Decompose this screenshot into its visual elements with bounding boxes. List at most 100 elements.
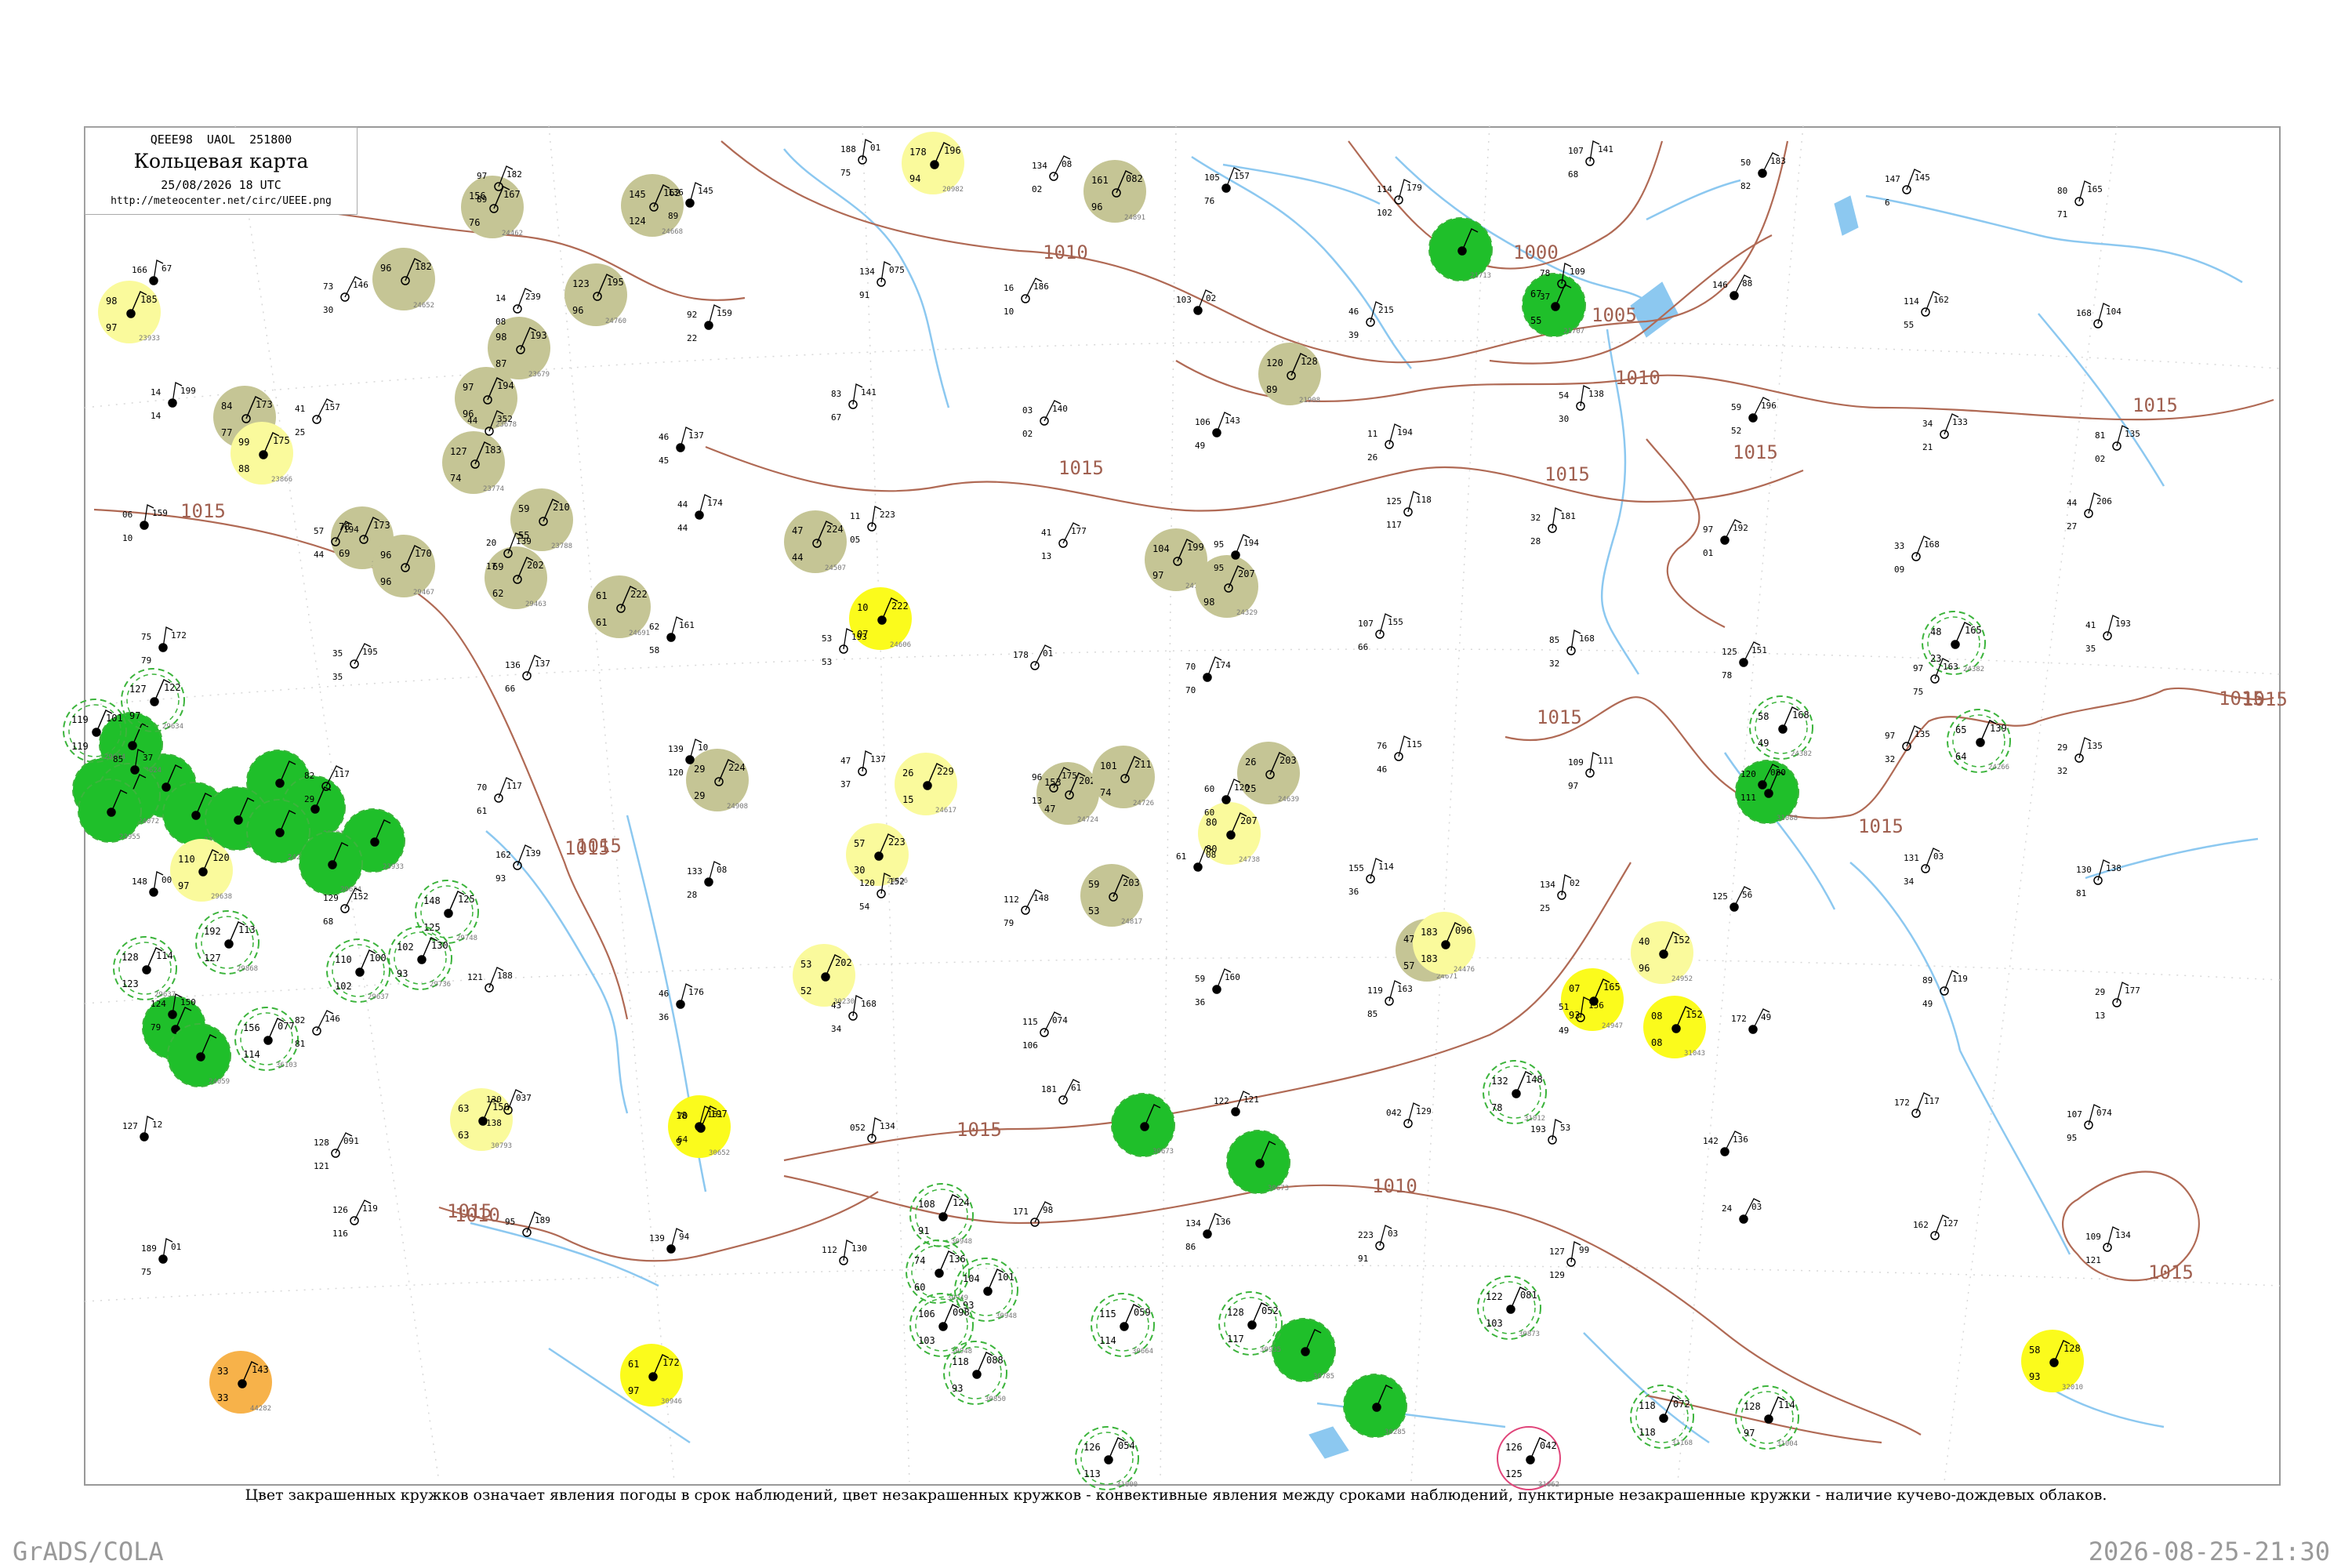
bulletin-code: QEEE98 UAOL 251800: [150, 132, 292, 147]
station-value: 28: [1530, 536, 1541, 546]
station-value: 101: [106, 713, 123, 724]
station-value: 166: [132, 265, 147, 275]
station-value: 138: [1588, 389, 1604, 399]
station-value: 161: [1091, 175, 1109, 186]
station-index: 30673: [1268, 1185, 1289, 1192]
station-value: 107: [1568, 146, 1584, 156]
station-marker-orange: 33 143 33 44282: [209, 1351, 272, 1414]
station-value: 183: [1421, 953, 1438, 964]
station-value: 181: [1041, 1084, 1057, 1094]
station-value: 135: [1915, 729, 1930, 739]
station-value: 146: [325, 1014, 340, 1024]
station-value: 02: [1032, 184, 1042, 194]
station-value: 186: [1033, 281, 1049, 292]
station-value: 13: [2095, 1011, 2105, 1021]
station-value: 139: [525, 848, 541, 858]
station-marker-olive: 47 224 44 24507: [784, 510, 847, 573]
station-value: 81: [2095, 430, 2105, 441]
station-value: 08: [1062, 159, 1072, 169]
station-index: 24617: [935, 807, 956, 815]
station-value: 112: [1004, 895, 1019, 905]
station-value: 119: [71, 741, 89, 752]
footer-timestamp: 2026-08-25-21:30: [2088, 1537, 2330, 1566]
station-value: 23: [1930, 653, 1941, 664]
station-value: 62: [492, 588, 503, 599]
station-value: 129: [1416, 1106, 1432, 1116]
station-value: 172: [662, 1357, 680, 1368]
station-index: 32010: [2062, 1384, 2083, 1392]
station-value: 89: [1922, 975, 1933, 985]
station-value: 189: [141, 1243, 157, 1254]
station-value: 59: [518, 503, 529, 514]
station-value: 97: [628, 1385, 639, 1396]
station-value: 29: [2095, 987, 2105, 997]
station-value: 14: [151, 411, 162, 421]
station-value: 78: [1491, 1102, 1502, 1113]
station-value: 52: [1731, 426, 1741, 436]
station-value: 222: [891, 601, 909, 612]
station-value: 61: [1071, 1083, 1081, 1093]
station-marker-olive: 101 211 74 24726: [1092, 746, 1155, 808]
station-value: 194: [1397, 427, 1413, 437]
station-value: 118: [1639, 1427, 1656, 1438]
station-value: 97: [1703, 524, 1713, 535]
station-value: 120: [1266, 358, 1283, 368]
station-value: 58: [1758, 711, 1769, 722]
station-value: 077: [278, 1021, 295, 1032]
station-value: 13: [1032, 796, 1042, 806]
station-circle: [1092, 746, 1155, 808]
station-value: 170: [415, 548, 432, 559]
station-value: 81: [2076, 888, 2086, 898]
station-index: 29467: [413, 589, 434, 597]
station-value: 128: [1744, 1401, 1761, 1412]
station-value: 57: [854, 838, 865, 849]
station-value: 124: [953, 1197, 970, 1208]
station-value: 130: [486, 1094, 502, 1105]
station-value: 98: [1203, 597, 1214, 608]
station-value: 106: [1022, 1040, 1038, 1051]
station-value: 088: [986, 1355, 1004, 1366]
station-value: 58: [2029, 1345, 2040, 1356]
station-value: 10: [122, 533, 132, 543]
station-value: 156: [1588, 1000, 1604, 1011]
station-value: 137: [870, 754, 886, 764]
station-value: 93: [2029, 1371, 2040, 1382]
station-value: 97: [1744, 1428, 1755, 1439]
station-value: 46: [1377, 764, 1387, 775]
station-value: 109: [1568, 757, 1584, 768]
station-value: 41: [295, 404, 305, 414]
station-marker-green: 24266: [246, 799, 310, 863]
station-index: 24726: [1133, 800, 1154, 808]
station-value: 133: [687, 866, 702, 877]
station-value: 171: [1013, 1207, 1029, 1217]
station-value: 059: [1134, 1307, 1151, 1318]
station-value: 05: [850, 535, 860, 545]
station-value: 69: [339, 548, 350, 559]
station-circle: [442, 431, 505, 494]
station-value: 152: [1673, 935, 1690, 946]
station-value: 46: [659, 989, 669, 999]
station-value: 127: [129, 684, 147, 695]
station-value: 109: [1570, 267, 1585, 277]
station-value: 104: [2106, 307, 2122, 317]
isobar-label: 1010: [1372, 1175, 1417, 1197]
station-value: 222: [630, 589, 648, 600]
station-value: 91: [859, 290, 869, 300]
station-value: 98: [495, 332, 506, 343]
station-value: 63: [458, 1103, 469, 1114]
station-value: 117: [334, 769, 350, 779]
station-value: 51: [1559, 1002, 1569, 1012]
station-value: 97: [1885, 731, 1895, 741]
station-value: 50: [1740, 158, 1751, 168]
station-value: 41: [2085, 620, 2096, 630]
station-value: 6: [1885, 198, 1890, 208]
station-value: 74: [450, 473, 461, 484]
station-value: 95: [505, 1217, 515, 1227]
station-value: 185: [140, 294, 158, 305]
station-value: 229: [937, 766, 954, 777]
station-value: 239: [525, 292, 541, 302]
station-value: 141: [1598, 144, 1613, 154]
isobar-label: 1015: [2242, 688, 2288, 710]
station-value: 127: [122, 1121, 138, 1131]
station-index: 24476: [1454, 966, 1475, 974]
